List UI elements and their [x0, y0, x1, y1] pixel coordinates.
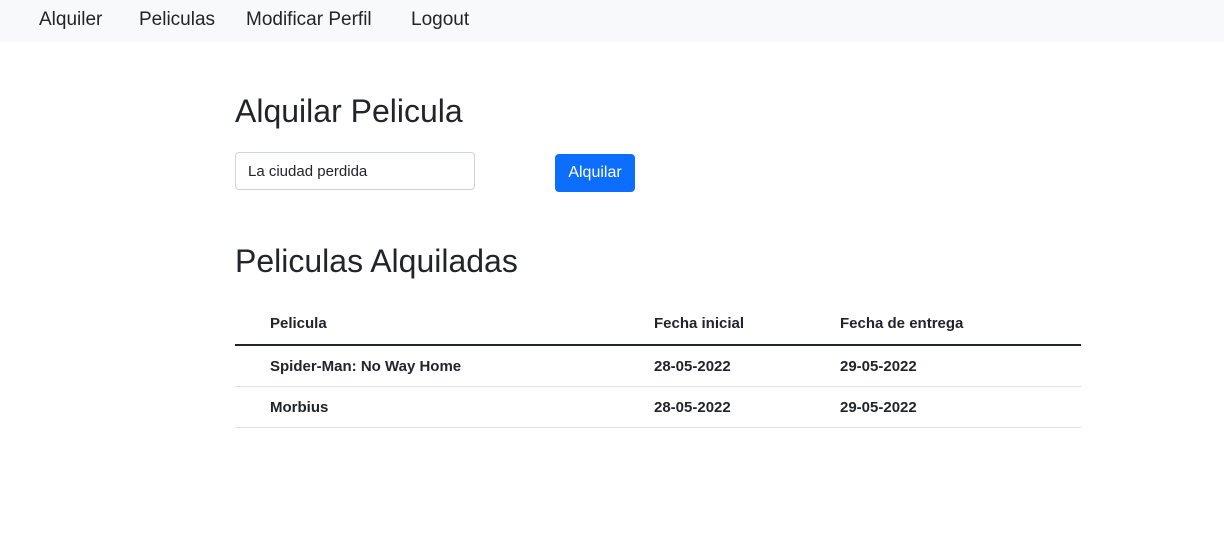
nav-link-logout[interactable]: Logout — [411, 8, 469, 32]
column-header-fecha-entrega: Fecha de entrega — [840, 302, 1081, 346]
cell-fecha-entrega: 29-05-2022 — [840, 345, 1081, 387]
rented-movies-table: Pelicula Fecha inicial Fecha de entrega … — [235, 302, 1081, 428]
column-header-fecha-inicial: Fecha inicial — [654, 302, 840, 346]
cell-pelicula: Spider-Man: No Way Home — [270, 345, 654, 387]
table-row: Morbius 28-05-2022 29-05-2022 — [235, 386, 1081, 428]
column-header-pelicula: Pelicula — [270, 302, 654, 346]
top-navbar: Alquiler Peliculas Modificar Perfil Logo… — [0, 0, 1224, 42]
row-spacer — [235, 386, 270, 428]
nav-link-modificar-perfil[interactable]: Modificar Perfil — [246, 8, 372, 32]
table-header-row: Pelicula Fecha inicial Fecha de entrega — [235, 302, 1081, 346]
movie-input[interactable] — [235, 152, 475, 190]
rented-movies-title: Peliculas Alquiladas — [235, 243, 518, 279]
header-spacer — [235, 302, 270, 346]
cell-pelicula: Morbius — [270, 386, 654, 428]
nav-link-peliculas[interactable]: Peliculas — [139, 8, 215, 32]
row-spacer — [235, 345, 270, 387]
rent-button[interactable]: Alquilar — [555, 154, 635, 192]
cell-fecha-inicial: 28-05-2022 — [654, 386, 840, 428]
nav-link-alquiler[interactable]: Alquiler — [39, 8, 102, 32]
cell-fecha-inicial: 28-05-2022 — [654, 345, 840, 387]
table-row: Spider-Man: No Way Home 28-05-2022 29-05… — [235, 345, 1081, 387]
cell-fecha-entrega: 29-05-2022 — [840, 386, 1081, 428]
page-title: Alquilar Pelicula — [235, 93, 463, 129]
